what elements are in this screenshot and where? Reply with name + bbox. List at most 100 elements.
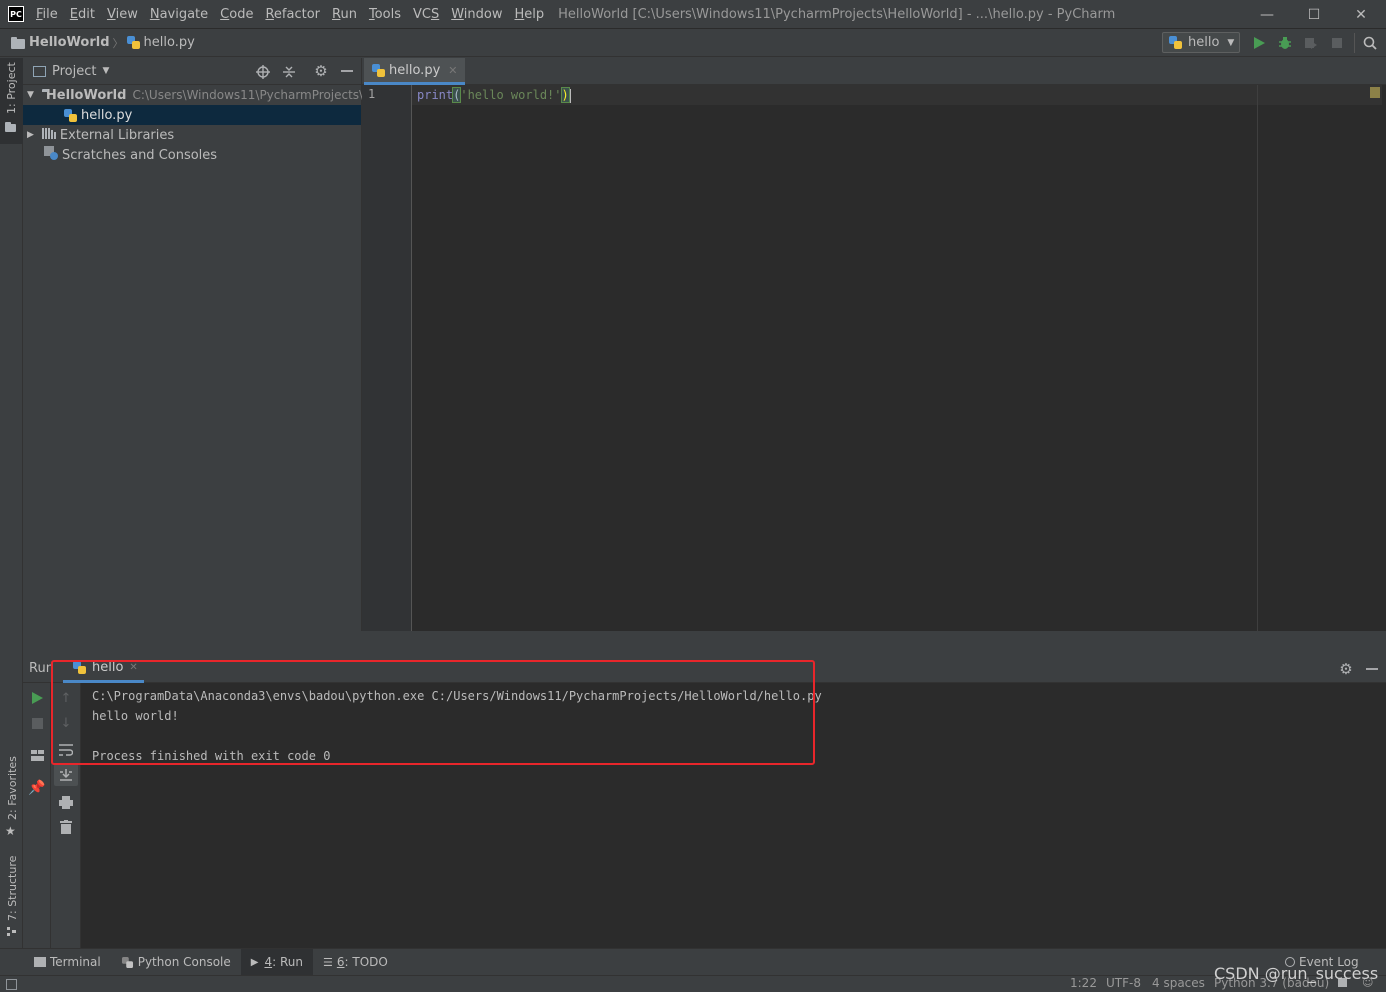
structure-tool-label: 7: Structure: [6, 855, 19, 921]
code-string: 'hello world!': [460, 88, 562, 102]
tree-root-path: C:\Users\Windows11\PycharmProjects\: [132, 88, 364, 102]
run-with-coverage-icon[interactable]: [1302, 34, 1320, 52]
menu-bar: File Edit View Navigate Code Refactor Ru…: [36, 7, 556, 22]
collapse-all-icon[interactable]: [281, 64, 297, 80]
file-encoding[interactable]: UTF-8: [1106, 976, 1141, 990]
tab-label: hello.py: [389, 62, 441, 78]
menu-run[interactable]: Run: [332, 7, 357, 22]
tree-item-external-libraries[interactable]: ▶ External Libraries: [23, 125, 361, 145]
status-bar: 1:22 UTF-8 4 spaces Python 3.7 (badou) ☺…: [0, 964, 1386, 992]
terminal-icon: [34, 957, 46, 967]
tree-root-helloworld[interactable]: ▼ HelloWorld C:\Users\Windows11\PycharmP…: [23, 85, 364, 105]
tool-tab-mnemonic: 6: [336, 955, 345, 969]
menu-file[interactable]: File: [36, 7, 58, 22]
project-view-title[interactable]: Project: [52, 64, 96, 79]
tree-item-hello-py[interactable]: hello.py: [23, 105, 361, 125]
trash-icon[interactable]: [57, 818, 75, 836]
chevron-down-icon[interactable]: ▼: [102, 66, 109, 76]
tool-tab-run[interactable]: ▶ 4: Run: [240, 948, 313, 976]
restore-layout-icon[interactable]: [28, 746, 46, 764]
indent-setting[interactable]: 4 spaces: [1152, 976, 1205, 990]
scratches-icon: [44, 146, 58, 164]
tree-expanded-icon[interactable]: ▼: [27, 90, 34, 100]
menu-refactor[interactable]: Refactor: [265, 7, 320, 22]
close-tab-icon[interactable]: ✕: [448, 64, 457, 77]
gear-icon[interactable]: ⚙: [313, 62, 329, 80]
project-tree: ▼ HelloWorld C:\Users\Windows11\PycharmP…: [23, 85, 364, 165]
rerun-icon[interactable]: [28, 689, 46, 707]
search-icon[interactable]: [1361, 34, 1379, 52]
close-button[interactable]: ✕: [1338, 0, 1384, 29]
tool-tab-python-console[interactable]: Python Console: [111, 949, 241, 976]
toggle-tool-windows-icon[interactable]: [6, 979, 17, 990]
right-margin-guide: [1257, 85, 1258, 631]
gear-icon[interactable]: ⚙: [1337, 660, 1355, 678]
scroll-to-end-icon[interactable]: [54, 764, 78, 786]
hide-panel-icon[interactable]: [339, 63, 355, 79]
menu-navigate[interactable]: Navigate: [150, 7, 208, 22]
minimize-button[interactable]: —: [1244, 0, 1290, 29]
debug-icon[interactable]: [1276, 34, 1294, 52]
structure-tool-button[interactable]: 7: Structure: [0, 853, 23, 943]
inspection-status-icon[interactable]: [1370, 87, 1380, 98]
run-toolbar-primary: 📌: [23, 683, 51, 948]
breadcrumb-separator: 〉: [112, 36, 124, 50]
project-panel: Project ▼ ⚙ ▼ HelloWorld C:\Users\Window…: [23, 58, 364, 655]
library-icon: [41, 127, 56, 143]
menu-tools[interactable]: Tools: [369, 7, 401, 22]
python-file-icon: [372, 63, 385, 77]
maximize-button[interactable]: ☐: [1291, 0, 1337, 29]
caret-position[interactable]: 1:22: [1070, 976, 1097, 990]
tool-tab-terminal[interactable]: Terminal: [24, 949, 111, 976]
editor-gutter: 1: [362, 85, 412, 631]
run-configuration-select[interactable]: hello ▼: [1162, 32, 1240, 53]
tool-tab-mnemonic: 4: [264, 955, 273, 969]
project-tool-button[interactable]: 1: Project: [0, 58, 23, 144]
bottom-tool-bar: Terminal Python Console ▶ 4: Run ☰ 6: TO…: [0, 948, 1386, 976]
menu-view[interactable]: View: [107, 7, 138, 22]
menu-window[interactable]: Window: [451, 7, 502, 22]
menu-code[interactable]: Code: [220, 7, 253, 22]
tool-tab-todo[interactable]: ☰ 6: TODO: [313, 949, 398, 976]
stop-icon[interactable]: [1328, 34, 1346, 52]
print-icon[interactable]: [57, 793, 75, 811]
breadcrumb-file[interactable]: hello.py: [144, 35, 195, 50]
code-paren-close: ): [560, 87, 570, 103]
tree-item-label: hello.py: [81, 107, 133, 123]
hide-panel-icon[interactable]: [1363, 660, 1381, 678]
tree-collapsed-icon[interactable]: ▶: [27, 130, 34, 140]
pin-icon[interactable]: 📌: [28, 779, 46, 797]
run-icon[interactable]: [1250, 34, 1268, 52]
tree-root-name: HelloWorld: [45, 87, 127, 103]
breadcrumb-project[interactable]: HelloWorld: [29, 35, 110, 50]
python-file-icon: [1169, 36, 1182, 49]
editor-tab-bar: hello.py ✕: [362, 58, 1386, 85]
project-tool-label: 1: Project: [5, 62, 18, 114]
menu-vcs[interactable]: VCS: [413, 7, 439, 22]
tool-tab-label: : TODO: [344, 955, 388, 969]
favorites-tool-label: 2: Favorites: [6, 756, 19, 820]
list-icon: ☰: [322, 955, 333, 969]
toolbar-divider: [1354, 33, 1355, 53]
window-title: HelloWorld [C:\Users\Windows11\PycharmPr…: [558, 6, 1116, 22]
tool-tab-label: Python Console: [137, 955, 231, 969]
locate-icon[interactable]: [255, 64, 271, 80]
code-editor[interactable]: print('hello world!'): [412, 85, 1386, 631]
menu-edit[interactable]: Edit: [70, 7, 95, 22]
python-console-icon: [121, 956, 133, 968]
tree-item-scratches[interactable]: Scratches and Consoles: [23, 145, 361, 165]
menu-help[interactable]: Help: [515, 7, 545, 22]
tab-hello-py[interactable]: hello.py ✕: [364, 58, 466, 85]
tree-item-label: External Libraries: [59, 127, 175, 143]
stop-icon[interactable]: [28, 714, 46, 732]
code-line-1: print('hello world!'): [417, 87, 571, 103]
folder-icon: [5, 122, 16, 132]
left-tool-stripe: 1: Project 2: Favorites ★ 7: Structure: [0, 58, 23, 948]
annotation-highlight-box: [51, 660, 815, 765]
structure-icon: [7, 925, 16, 936]
favorites-tool-button[interactable]: 2: Favorites ★: [0, 756, 23, 844]
code-function: print: [417, 88, 454, 102]
project-panel-header: Project ▼ ⚙: [23, 58, 361, 85]
python-file-icon: [64, 108, 77, 122]
star-icon: ★: [5, 824, 16, 838]
